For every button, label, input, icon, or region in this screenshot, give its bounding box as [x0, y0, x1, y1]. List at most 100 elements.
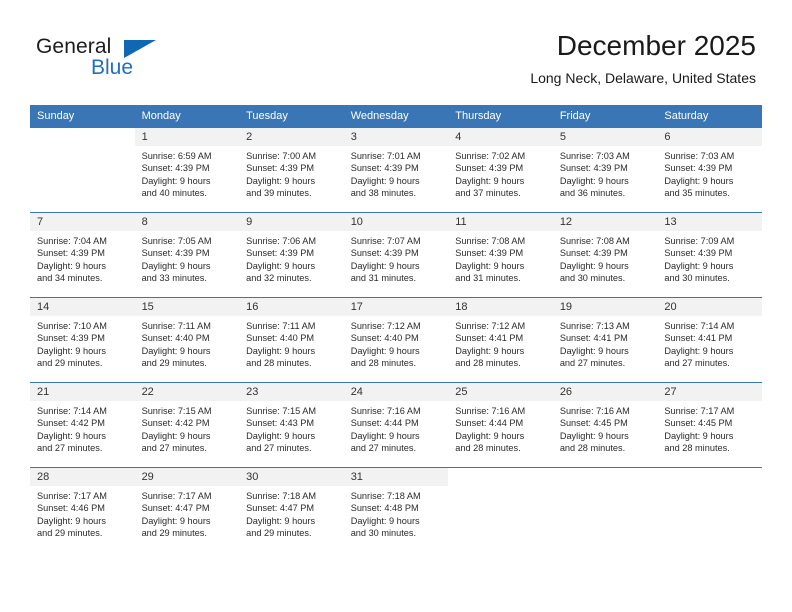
calendar-day-cell[interactable]: 27 Sunrise: 7:17 AM Sunset: 4:45 PM Dayligh… [657, 382, 762, 468]
weekday-header-row: Sunday Monday Tuesday Wednesday Thursday Frid… [30, 105, 762, 128]
calendar-header-row: Sunday Monday Tuesday Wednesday Thursday Frid… [30, 105, 762, 128]
calendar-day-cell[interactable]: 4 Sunrise: 7:02 AM Sunset: 4:39 PM Daylight… [448, 127, 553, 213]
day-number: 17 [343, 298, 449, 316]
day-detail-sunset: Sunset: 4:39 PM [350, 163, 419, 174]
calendar-day-cell[interactable]: 15 Sunrise: 7:11 AM Sunset: 4:40 PM Dayligh… [134, 297, 240, 383]
calendar-day-cell[interactable]: 25 Sunrise: 7:16 AM Sunset: 4:44 PM Dayligh… [448, 382, 553, 468]
calendar-day-cell[interactable]: 16 Sunrise: 7:11 AM Sunset: 4:40 PM Dayligh… [239, 297, 344, 383]
calendar-day-cell[interactable]: 2 Sunrise: 7:00 AM Sunset: 4:39 PM Daylight… [239, 127, 344, 213]
calendar-day-cell[interactable]: 21 Sunrise: 7:14 AM Sunset: 4:42 PM Dayligh… [30, 382, 135, 468]
day-details: Sunrise: 7:08 AM Sunset: 4:39 PM Daylight:… [448, 231, 553, 285]
day-detail-daylight1: Daylight: 9 hours [37, 260, 106, 271]
day-number: 7 [30, 213, 135, 231]
day-detail-sunset: Sunset: 4:40 PM [246, 333, 315, 344]
day-detail-sunset: Sunset: 4:42 PM [141, 418, 210, 429]
day-number [657, 468, 762, 486]
calendar-day-cell[interactable]: 9 Sunrise: 7:06 AM Sunset: 4:39 PM Daylight… [239, 212, 344, 298]
day-detail-sunset: Sunset: 4:41 PM [455, 333, 524, 344]
calendar-day-cell[interactable]: 5 Sunrise: 7:03 AM Sunset: 4:39 PM Daylight… [552, 127, 658, 213]
calendar-day-cell [448, 467, 553, 552]
day-detail-sunrise: Sunrise: 7:07 AM [350, 236, 421, 246]
day-detail-daylight2: and 27 minutes. [350, 443, 417, 454]
calendar-day-cell[interactable]: 26 Sunrise: 7:16 AM Sunset: 4:45 PM Dayligh… [552, 382, 658, 468]
day-detail-daylight1: Daylight: 9 hours [664, 345, 734, 356]
day-detail-daylight1: Daylight: 9 hours [350, 345, 420, 356]
day-details: Sunrise: 7:18 AM Sunset: 4:47 PM Daylight:… [239, 486, 344, 540]
calendar-day-cell[interactable]: 19 Sunrise: 7:13 AM Sunset: 4:41 PM Dayligh… [552, 297, 658, 383]
day-number: 8 [134, 213, 240, 231]
calendar-day-cell[interactable]: 24 Sunrise: 7:16 AM Sunset: 4:44 PM Dayligh… [343, 382, 449, 468]
calendar-day-cell [30, 127, 135, 213]
day-detail-sunrise: Sunrise: 7:09 AM [664, 236, 735, 246]
calendar-day-cell[interactable]: 29 Sunrise: 7:17 AM Sunset: 4:47 PM Dayligh… [134, 467, 240, 552]
weekday-header-saturday: Saturday [657, 105, 762, 128]
calendar-day-cell[interactable]: 14 Sunrise: 7:10 AM Sunset: 4:39 PM Dayligh… [30, 297, 135, 383]
calendar-day-cell [552, 467, 658, 552]
weekday-header-sunday: Sunday [30, 105, 135, 128]
day-detail-daylight2: and 39 minutes. [246, 188, 312, 199]
day-detail-sunset: Sunset: 4:40 PM [350, 333, 419, 344]
day-detail-sunrise: Sunrise: 7:12 AM [455, 321, 526, 331]
day-detail-daylight1: Daylight: 9 hours [350, 260, 420, 271]
day-detail-daylight2: and 28 minutes. [350, 358, 417, 369]
day-detail-sunrise: Sunrise: 7:08 AM [559, 236, 630, 246]
day-detail-daylight1: Daylight: 9 hours [141, 515, 211, 526]
day-detail-daylight2: and 28 minutes. [455, 358, 521, 369]
day-detail-sunset: Sunset: 4:44 PM [350, 418, 419, 429]
day-number [30, 128, 135, 146]
calendar-day-cell[interactable]: 23 Sunrise: 7:15 AM Sunset: 4:43 PM Dayligh… [239, 382, 344, 468]
day-number: 16 [239, 298, 344, 316]
day-number: 18 [448, 298, 553, 316]
day-detail-sunrise: Sunrise: 7:13 AM [559, 321, 630, 331]
day-detail-sunset: Sunset: 4:39 PM [455, 248, 524, 259]
calendar-day-cell[interactable]: 28 Sunrise: 7:17 AM Sunset: 4:46 PM Dayligh… [30, 467, 135, 552]
calendar-day-cell[interactable]: 13 Sunrise: 7:09 AM Sunset: 4:39 PM Dayligh… [657, 212, 762, 298]
calendar-day-cell[interactable]: 6 Sunrise: 7:03 AM Sunset: 4:39 PM Daylight… [657, 127, 762, 213]
calendar-day-cell[interactable]: 22 Sunrise: 7:15 AM Sunset: 4:42 PM Dayligh… [134, 382, 240, 468]
day-details: Sunrise: 7:16 AM Sunset: 4:44 PM Daylight:… [448, 401, 553, 455]
calendar-day-cell[interactable]: 12 Sunrise: 7:08 AM Sunset: 4:39 PM Dayligh… [552, 212, 658, 298]
calendar-day-cell[interactable]: 3 Sunrise: 7:01 AM Sunset: 4:39 PM Daylight… [343, 127, 449, 213]
day-number: 14 [30, 298, 135, 316]
calendar-body: 1 Sunrise: 6:59 AM Sunset: 4:39 PM Daylight… [30, 127, 762, 552]
day-details: Sunrise: 7:11 AM Sunset: 4:40 PM Daylight:… [135, 316, 240, 370]
day-details: Sunrise: 7:05 AM Sunset: 4:39 PM Daylight:… [135, 231, 240, 285]
calendar-day-cell[interactable]: 7 Sunrise: 7:04 AM Sunset: 4:39 PM Daylight… [30, 212, 135, 298]
day-details: Sunrise: 7:16 AM Sunset: 4:45 PM Daylight:… [553, 401, 658, 455]
day-detail-daylight2: and 34 minutes. [37, 273, 103, 284]
calendar-day-cell[interactable]: 17 Sunrise: 7:12 AM Sunset: 4:40 PM Dayligh… [343, 297, 449, 383]
title-block: December 2025 Long Neck, Delaware, Unite… [530, 30, 756, 87]
day-detail-daylight2: and 31 minutes. [350, 273, 417, 284]
day-detail-daylight2: and 27 minutes. [141, 443, 207, 454]
calendar-day-cell[interactable]: 31 Sunrise: 7:18 AM Sunset: 4:48 PM Dayligh… [343, 467, 449, 552]
day-number: 3 [343, 128, 449, 146]
day-detail-sunrise: Sunrise: 7:17 AM [141, 491, 212, 501]
day-number: 13 [657, 213, 762, 231]
day-detail-sunset: Sunset: 4:43 PM [246, 418, 315, 429]
day-detail-daylight1: Daylight: 9 hours [559, 345, 629, 356]
calendar-day-cell[interactable]: 8 Sunrise: 7:05 AM Sunset: 4:39 PM Daylight… [134, 212, 240, 298]
day-details: Sunrise: 7:01 AM Sunset: 4:39 PM Daylight:… [344, 146, 449, 200]
calendar-day-cell[interactable]: 10 Sunrise: 7:07 AM Sunset: 4:39 PM Dayligh… [343, 212, 449, 298]
weekday-header-tuesday: Tuesday [239, 105, 344, 128]
day-number: 12 [552, 213, 658, 231]
day-details: Sunrise: 7:13 AM Sunset: 4:41 PM Daylight:… [553, 316, 658, 370]
day-detail-sunset: Sunset: 4:39 PM [664, 248, 733, 259]
day-detail-sunrise: Sunrise: 7:03 AM [559, 151, 630, 161]
day-detail-sunrise: Sunrise: 7:02 AM [455, 151, 526, 161]
calendar-day-cell[interactable]: 1 Sunrise: 6:59 AM Sunset: 4:39 PM Daylight… [134, 127, 240, 213]
day-detail-sunset: Sunset: 4:46 PM [37, 503, 105, 514]
calendar-day-cell[interactable]: 11 Sunrise: 7:08 AM Sunset: 4:39 PM Dayligh… [448, 212, 553, 298]
day-detail-sunrise: Sunrise: 7:14 AM [664, 321, 735, 331]
general-blue-logo[interactable]: General Blue [36, 36, 226, 84]
weekday-header-monday: Monday [134, 105, 240, 128]
day-details: Sunrise: 7:17 AM Sunset: 4:45 PM Daylight:… [657, 401, 762, 455]
day-number: 26 [552, 383, 658, 401]
day-details: Sunrise: 6:59 AM Sunset: 4:39 PM Daylight:… [135, 146, 240, 200]
day-detail-daylight2: and 29 minutes. [246, 528, 312, 539]
calendar-day-cell[interactable]: 20 Sunrise: 7:14 AM Sunset: 4:41 PM Dayligh… [657, 297, 762, 383]
calendar-day-cell[interactable]: 30 Sunrise: 7:18 AM Sunset: 4:47 PM Dayligh… [239, 467, 344, 552]
day-detail-daylight2: and 27 minutes. [559, 358, 626, 369]
day-detail-sunset: Sunset: 4:39 PM [141, 248, 210, 259]
calendar-day-cell[interactable]: 18 Sunrise: 7:12 AM Sunset: 4:41 PM Dayligh… [448, 297, 553, 383]
